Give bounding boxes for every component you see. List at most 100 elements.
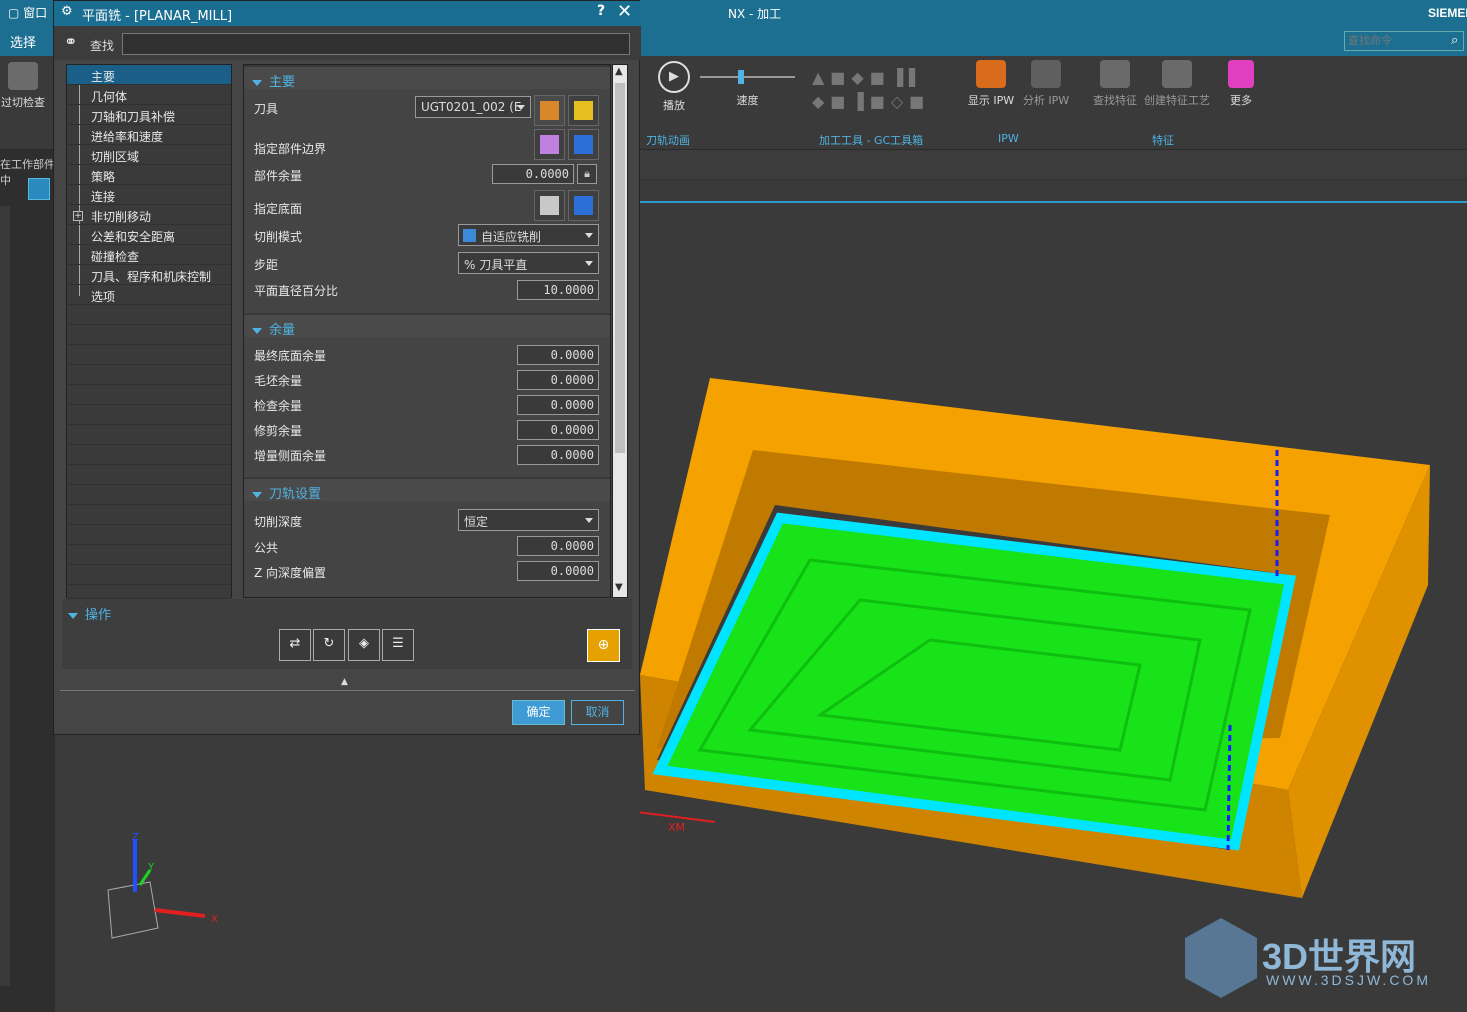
- tree-item-feeds-speeds[interactable]: 进给率和速度: [67, 125, 231, 145]
- gear-icon: ⚙: [61, 4, 73, 19]
- speed-slider[interactable]: 速度: [700, 70, 795, 107]
- tree-item-label: 刀具、程序和机床控制: [91, 270, 212, 284]
- find-feature-button[interactable]: 查找特征: [1089, 60, 1141, 108]
- trim-stock-input[interactable]: 0.0000: [517, 420, 599, 440]
- check-stock-input[interactable]: 0.0000: [517, 395, 599, 415]
- window-menu[interactable]: ▢ 窗口: [8, 4, 47, 21]
- part-stock-input[interactable]: 0.0000: [492, 164, 574, 184]
- tool-select[interactable]: UGT0201_002 (E: [415, 96, 531, 118]
- show-boundary-button[interactable]: [568, 129, 599, 160]
- verify-button[interactable]: ◈: [348, 629, 380, 661]
- planar-mill-dialog: ⚙ 平面铣 - [PLANAR_MILL] ? ✕ ⚭ 查找 主要 几何体 刀轴…: [53, 0, 641, 735]
- scrollbar-thumb[interactable]: [615, 83, 625, 453]
- tree-item-label: 连接: [91, 190, 116, 204]
- find-input[interactable]: [122, 33, 630, 55]
- incremental-side-stock-input[interactable]: 0.0000: [517, 445, 599, 465]
- list-button[interactable]: ☰: [382, 629, 414, 661]
- operations-header[interactable]: 操作: [68, 604, 111, 623]
- cancel-button[interactable]: 取消: [571, 700, 624, 725]
- z-offset-input[interactable]: 0.0000: [517, 561, 599, 581]
- new-tool-button[interactable]: [534, 95, 565, 126]
- tree-item-strategy[interactable]: 策略: [67, 165, 231, 185]
- play-label: 播放: [663, 99, 685, 112]
- navigator-icon[interactable]: [28, 178, 50, 200]
- speed-slider-handle[interactable]: [738, 70, 744, 84]
- flat-percent-input[interactable]: 10.0000: [517, 280, 599, 300]
- triad-x-label: X: [211, 914, 218, 925]
- chevron-down-icon: [517, 105, 525, 110]
- command-search-input[interactable]: [1344, 31, 1464, 51]
- tree-item-options[interactable]: 选项: [67, 285, 231, 305]
- generate-button[interactable]: ⇄: [279, 629, 311, 661]
- section-stock-header[interactable]: 余量: [244, 313, 610, 338]
- cut-depth-label: 切削深度: [254, 515, 303, 529]
- scroll-up-icon[interactable]: ▲: [615, 66, 623, 77]
- tree-item-tool-axis[interactable]: 刀轴和刀具补偿: [67, 105, 231, 125]
- part-stock-label: 部件余量: [254, 169, 303, 183]
- analyze-ipw-button[interactable]: 分析 IPW: [1020, 60, 1072, 108]
- gouge-check-icon: [8, 62, 38, 90]
- floor-label: 指定底面: [254, 202, 303, 216]
- viewport-toolbar: [640, 150, 1467, 180]
- cut-pattern-label: 切削模式: [254, 230, 303, 244]
- analyze-ipw-icon: [1031, 60, 1061, 88]
- binoculars-icon: ⚭: [64, 32, 78, 51]
- group-toolpath-animation: 刀轨动画: [646, 134, 690, 147]
- operations-section: 操作 ⇄ ↻ ◈ ☰ ⊕: [62, 599, 632, 669]
- tree-item-non-cutting[interactable]: 非切削移动: [67, 205, 231, 225]
- gouge-check-button[interactable]: 过切检查: [0, 62, 46, 110]
- tree-item-connections[interactable]: 连接: [67, 185, 231, 205]
- select-boundary-button[interactable]: [534, 129, 565, 160]
- tab-select[interactable]: 选择: [10, 32, 36, 51]
- panel-scrollbar[interactable]: ▲ ▼: [612, 64, 628, 598]
- blank-stock-label: 毛坯余量: [254, 374, 303, 388]
- generate-active-button[interactable]: ⊕: [587, 629, 620, 662]
- dialog-separator: [60, 690, 635, 691]
- cut-depth-select[interactable]: 恒定: [458, 509, 599, 531]
- lock-icon[interactable]: 🔒︎: [577, 164, 597, 184]
- scroll-down-icon[interactable]: ▼: [615, 582, 623, 593]
- section-main-header[interactable]: 主要: [244, 65, 610, 90]
- dialog-title-bar[interactable]: ⚙ 平面铣 - [PLANAR_MILL] ? ✕: [54, 1, 641, 26]
- tree-item-cut-region[interactable]: 切削区域: [67, 145, 231, 165]
- stepover-select[interactable]: % 刀具平直: [458, 252, 599, 274]
- section-path-header[interactable]: 刀轨设置: [244, 477, 610, 502]
- search-icon[interactable]: ⌕: [1451, 33, 1458, 48]
- blank-stock-input[interactable]: 0.0000: [517, 370, 599, 390]
- ok-button[interactable]: 确定: [512, 700, 565, 725]
- select-floor-button[interactable]: [534, 190, 565, 221]
- gouge-check-label: 过切检查: [1, 96, 45, 109]
- cut-pattern-select[interactable]: 自适应铣削: [458, 224, 599, 246]
- show-floor-button[interactable]: [568, 190, 599, 221]
- tree-item-main[interactable]: 主要: [67, 65, 231, 85]
- tree-item-tolerance[interactable]: 公差和安全距离: [67, 225, 231, 245]
- tree-item-collision[interactable]: 碰撞检查: [67, 245, 231, 265]
- expand-plus-icon[interactable]: +: [73, 211, 83, 221]
- axis-xm-label: XM: [668, 821, 685, 834]
- create-feature-process-button[interactable]: 创建特征工艺: [1142, 60, 1212, 108]
- tree-item-label: 策略: [91, 170, 116, 184]
- play-button[interactable]: ▶ 播放: [654, 61, 694, 113]
- tree-item-geometry[interactable]: 几何体: [67, 85, 231, 105]
- collapse-triangle-icon: [68, 612, 78, 619]
- analyze-ipw-label: 分析 IPW: [1022, 94, 1070, 107]
- flat-percent-label: 平面直径百分比: [254, 284, 339, 298]
- show-ipw-button[interactable]: 显示 IPW: [965, 60, 1017, 108]
- window-icon: ▢: [8, 6, 24, 20]
- collapse-triangle-icon: [252, 79, 262, 86]
- replay-button[interactable]: ↻: [313, 629, 345, 661]
- chevron-up-icon[interactable]: ▲: [341, 677, 348, 687]
- chevron-down-icon: [585, 261, 593, 266]
- speed-slider-track: [700, 70, 795, 84]
- final-floor-stock-input[interactable]: 0.0000: [517, 345, 599, 365]
- tool-label: 刀具: [254, 102, 279, 116]
- close-button[interactable]: ✕: [617, 1, 632, 22]
- graphics-viewport[interactable]: XM: [640, 150, 1467, 1012]
- stepover-label: 步距: [254, 258, 279, 272]
- edit-tool-button[interactable]: [568, 95, 599, 126]
- common-depth-input[interactable]: 0.0000: [517, 536, 599, 556]
- tree-item-machine-control[interactable]: 刀具、程序和机床控制: [67, 265, 231, 285]
- more-button[interactable]: 更多: [1222, 60, 1260, 108]
- verify-icon: ◈: [359, 636, 369, 651]
- help-button[interactable]: ?: [597, 3, 605, 19]
